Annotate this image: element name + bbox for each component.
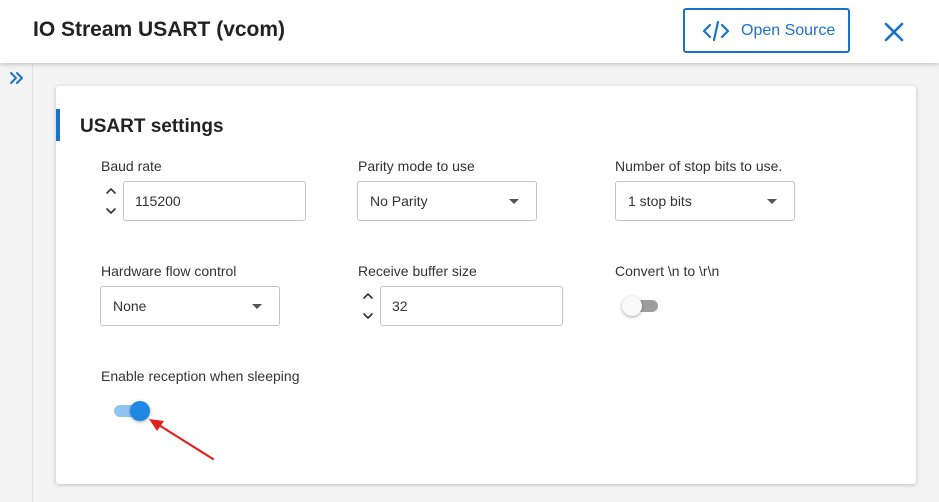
convert-newline-label: Convert \n to \r\n <box>615 263 720 279</box>
stop-bits-value: 1 stop bits <box>628 193 692 209</box>
toggle-thumb <box>622 296 642 316</box>
double-chevron-right-icon[interactable] <box>9 71 25 85</box>
dropdown-caret-icon <box>767 199 777 204</box>
section-title: USART settings <box>80 116 224 137</box>
baud-rate-stepper[interactable] <box>104 181 118 221</box>
annotation-arrow <box>149 419 215 461</box>
rx-buffer-stepper[interactable] <box>361 286 375 326</box>
flow-control-select[interactable]: None <box>100 286 280 326</box>
close-icon[interactable] <box>882 20 906 44</box>
baud-rate-input[interactable] <box>123 181 306 221</box>
dropdown-caret-icon <box>509 199 519 204</box>
page-title: IO Stream USART (vcom) <box>33 18 286 41</box>
flow-control-label: Hardware flow control <box>101 263 237 279</box>
code-icon <box>703 21 729 41</box>
section-accent-bar <box>56 109 60 141</box>
flow-control-value: None <box>113 298 147 314</box>
open-source-button[interactable]: Open Source <box>683 8 850 53</box>
dropdown-caret-icon <box>252 304 262 309</box>
chevron-up-icon <box>106 188 116 194</box>
chevron-down-icon <box>363 313 373 319</box>
chevron-up-icon <box>363 293 373 299</box>
convert-newline-toggle[interactable] <box>622 294 662 318</box>
dialog-header: IO Stream USART (vcom) Open Source <box>0 0 939 63</box>
parity-mode-select[interactable]: No Parity <box>357 181 537 221</box>
open-source-label: Open Source <box>741 22 836 39</box>
rx-buffer-label: Receive buffer size <box>358 263 477 279</box>
side-rail <box>0 63 33 502</box>
parity-mode-value: No Parity <box>370 193 428 209</box>
stop-bits-select[interactable]: 1 stop bits <box>615 181 795 221</box>
baud-rate-label: Baud rate <box>101 158 162 174</box>
parity-mode-label: Parity mode to use <box>358 158 475 174</box>
rx-sleeping-label: Enable reception when sleeping <box>101 368 300 384</box>
stop-bits-label: Number of stop bits to use. <box>615 158 783 174</box>
chevron-down-icon <box>106 208 116 214</box>
rx-buffer-input[interactable] <box>380 286 563 326</box>
